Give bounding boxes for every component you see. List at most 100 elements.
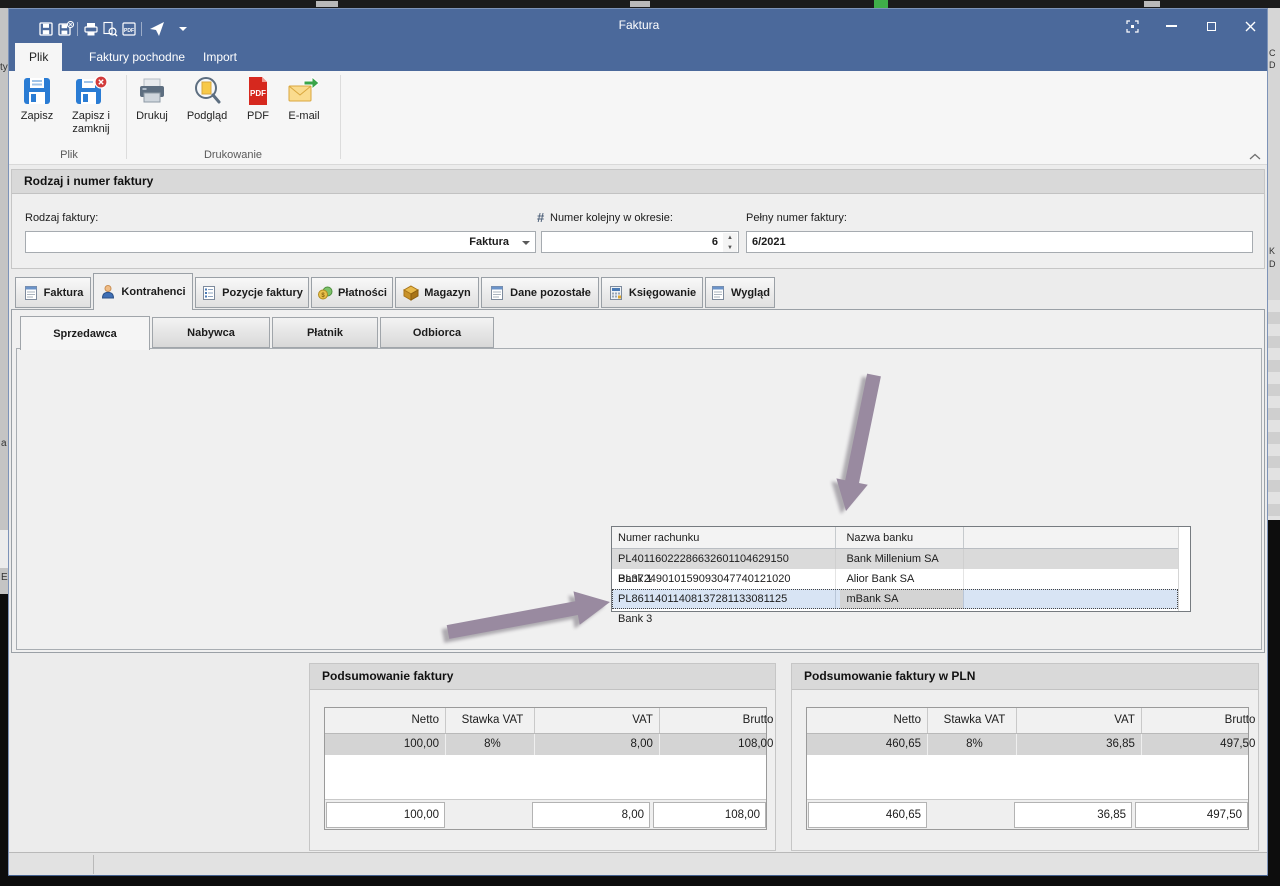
chevron-down-icon[interactable] bbox=[522, 241, 530, 245]
zapisz-button[interactable]: Zapisz bbox=[15, 75, 59, 123]
cell-numer[interactable]: PL37249010159093047740121020 bbox=[612, 569, 836, 589]
printer-icon bbox=[136, 75, 168, 107]
print-icon[interactable] bbox=[83, 21, 99, 37]
background-left-strip bbox=[0, 530, 8, 568]
tab-sprzedawca[interactable]: Sprzedawca bbox=[20, 316, 150, 350]
save-icon[interactable] bbox=[38, 21, 54, 37]
tab-odbiorca[interactable]: Odbiorca bbox=[380, 317, 494, 348]
ribbon-tab-plik[interactable]: Plik bbox=[15, 43, 62, 71]
document-icon bbox=[23, 285, 39, 301]
preview-magnifier-icon bbox=[191, 75, 223, 107]
cell-bank[interactable]: Alior Bank SA bbox=[840, 569, 964, 589]
numer-kolejny-value: 6 bbox=[712, 236, 718, 248]
tab-pozycje-faktury[interactable]: Pozycje faktury bbox=[195, 277, 309, 308]
maximize-button[interactable] bbox=[1202, 17, 1220, 35]
tab-kontrahenci[interactable]: Kontrahenci bbox=[93, 273, 193, 310]
tab-dane-pozostale[interactable]: Dane pozostałe bbox=[481, 277, 599, 308]
ribbon-group-separator bbox=[340, 75, 341, 159]
tab-magazyn[interactable]: Magazyn bbox=[395, 277, 479, 308]
background-text-fragment: C bbox=[1269, 48, 1276, 58]
tab-label: Kontrahenci bbox=[121, 286, 185, 298]
bank-row-mbank-selected[interactable]: PL86114011408137281133081125 mBank SA Ba… bbox=[612, 589, 1178, 609]
pdf-button[interactable]: PDF PDF bbox=[240, 75, 276, 123]
ribbon-group-separator bbox=[126, 75, 127, 159]
document-icon bbox=[489, 285, 505, 301]
close-button[interactable] bbox=[1241, 17, 1259, 35]
tab-ksiegowanie[interactable]: Księgowanie bbox=[601, 277, 703, 308]
cell-stawka-vat: 8% bbox=[450, 734, 535, 755]
ribbon-tab-faktury-pochodne[interactable]: Faktury pochodne bbox=[75, 43, 199, 71]
summary-data-row: 100,00 8% 8,00 108,00 bbox=[325, 734, 766, 755]
col-netto: Netto bbox=[325, 708, 446, 733]
drukuj-button[interactable]: Drukuj bbox=[129, 75, 175, 123]
tab-platnosci[interactable]: $ Płatności bbox=[311, 277, 393, 308]
cell-vat: 8,00 bbox=[540, 734, 660, 755]
save-close-icon[interactable] bbox=[57, 21, 75, 37]
qat-dropdown-icon[interactable] bbox=[179, 27, 187, 31]
tab-label: Magazyn bbox=[424, 287, 470, 299]
numer-kolejny-label: Numer kolejny w okresie: bbox=[550, 212, 673, 224]
bank-row-millenium[interactable]: PL40116022286632601104629150 Bank Millen… bbox=[612, 549, 1178, 569]
collapse-ribbon-icon[interactable] bbox=[1249, 153, 1261, 161]
tab-nabywca[interactable]: Nabywca bbox=[152, 317, 270, 348]
cell-opis[interactable]: Bank 3 bbox=[612, 609, 828, 629]
send-icon[interactable] bbox=[148, 20, 166, 38]
minimize-button[interactable] bbox=[1162, 17, 1180, 35]
titlebar[interactable]: PDF Faktura bbox=[9, 9, 1267, 43]
cell-bank[interactable]: Bank Millenium SA bbox=[840, 549, 964, 569]
tab-platnik[interactable]: Płatnik bbox=[272, 317, 378, 348]
col-vat: VAT bbox=[540, 708, 660, 733]
cell-bank[interactable]: mBank SA bbox=[840, 589, 964, 609]
ribbon-tab-import[interactable]: Import bbox=[189, 43, 251, 71]
window-title: Faktura bbox=[559, 18, 719, 32]
svg-text:PDF: PDF bbox=[250, 89, 266, 98]
zapisz-i-zamknij-button[interactable]: Zapisz i zamknij bbox=[61, 75, 121, 136]
background-fragment bbox=[630, 1, 650, 7]
col-vat: VAT bbox=[1022, 708, 1142, 733]
bank-row-alior[interactable]: PL37249010159093047740121020 Alior Bank … bbox=[612, 569, 1178, 589]
print-preview-icon[interactable] bbox=[102, 21, 118, 37]
rodzaj-faktury-select[interactable]: Faktura bbox=[25, 231, 536, 253]
cell-stawka-vat: 8% bbox=[932, 734, 1017, 755]
background-fragment bbox=[1144, 1, 1160, 7]
faktura-window: PDF Faktura Plik bbox=[8, 8, 1268, 876]
pdf-export-icon[interactable]: PDF bbox=[121, 21, 137, 37]
ribbon-tab-strip: Plik Faktury pochodne Import bbox=[9, 43, 1267, 71]
summary-totals-row: 100,00 8,00 108,00 bbox=[325, 799, 766, 829]
button-label: Drukuj bbox=[136, 110, 168, 123]
background-text-fragment: D bbox=[1269, 60, 1276, 70]
spinner-down-icon[interactable]: ▼ bbox=[723, 243, 737, 253]
cell-netto: 460,65 bbox=[807, 734, 928, 755]
floppy-red-x-icon bbox=[74, 75, 108, 107]
summary-pln-table: Netto Stawka VAT VAT Brutto 460,65 8% 36… bbox=[806, 707, 1249, 830]
background-text-fragment: D bbox=[1269, 259, 1276, 269]
person-icon bbox=[100, 284, 116, 300]
calculator-icon bbox=[608, 285, 624, 301]
ribbon-group-plik: Plik bbox=[13, 149, 125, 161]
pelny-numer-field[interactable]: 6/2021 bbox=[746, 231, 1253, 253]
tab-faktura[interactable]: Faktura bbox=[15, 277, 91, 308]
cell-numer[interactable]: PL40116022286632601104629150 bbox=[612, 549, 836, 569]
cell-netto: 100,00 bbox=[325, 734, 446, 755]
tab-label: Płatnik bbox=[307, 327, 343, 339]
tab-label: Faktura bbox=[44, 287, 84, 299]
dropdown-header-row: Numer rachunku Nazwa banku Opis bbox=[612, 527, 1178, 549]
podglad-button[interactable]: Podgląd bbox=[179, 75, 235, 123]
tab-label: Płatności bbox=[338, 287, 387, 299]
focus-mode-button[interactable] bbox=[1123, 17, 1141, 35]
qat-separator bbox=[77, 22, 78, 36]
numer-kolejny-stepper[interactable]: 6 ▲ ▼ bbox=[541, 231, 739, 253]
tab-label: Sprzedawca bbox=[53, 328, 117, 340]
column-header-numer-rachunku[interactable]: Numer rachunku bbox=[612, 527, 836, 548]
col-stawka-vat: Stawka VAT bbox=[932, 708, 1017, 733]
tab-label: Księgowanie bbox=[629, 287, 696, 299]
cell-numer[interactable]: PL86114011408137281133081125 bbox=[612, 589, 836, 609]
background-text-fragment: ty bbox=[0, 62, 8, 73]
column-header-nazwa-banku[interactable]: Nazwa banku bbox=[840, 527, 964, 548]
tab-label: Nabywca bbox=[187, 327, 235, 339]
email-button[interactable]: E-mail bbox=[280, 75, 328, 123]
dropdown-scrollbar[interactable] bbox=[1178, 527, 1190, 611]
hash-icon: # bbox=[537, 210, 544, 225]
tab-wyglad[interactable]: Wygląd bbox=[705, 277, 775, 308]
summary-data-row: 460,65 8% 36,85 497,50 bbox=[807, 734, 1248, 755]
